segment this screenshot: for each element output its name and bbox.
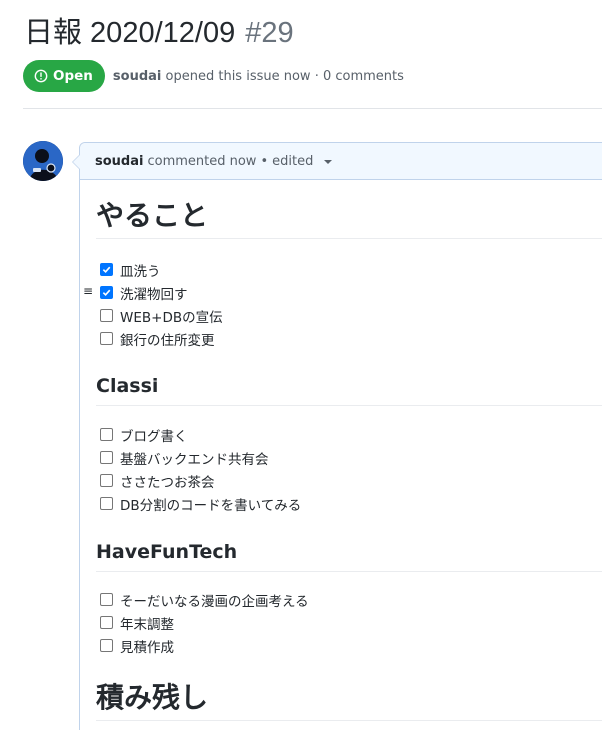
status-label: Open bbox=[53, 68, 93, 84]
task-label: 皿洗う bbox=[120, 263, 161, 280]
task-list-yarukoto: 皿洗う ≡ 洗濯物回す WEB+DBの宣伝 銀行の住所変更 bbox=[83, 258, 223, 350]
task-label: 洗濯物回す bbox=[120, 286, 188, 303]
task-checkbox[interactable] bbox=[100, 309, 113, 322]
task-checkbox[interactable] bbox=[100, 593, 113, 606]
task-checkbox[interactable] bbox=[100, 286, 113, 299]
drag-handle-icon[interactable]: ≡ bbox=[83, 284, 93, 298]
avatar[interactable] bbox=[23, 141, 63, 181]
header-divider bbox=[23, 108, 602, 109]
task-label: 年末調整 bbox=[120, 616, 174, 633]
issue-meta-suffix: opened this issue now · 0 comments bbox=[165, 68, 404, 84]
issue-author-link[interactable]: soudai bbox=[113, 69, 161, 84]
list-item: 皿洗う bbox=[100, 258, 223, 281]
list-item: ≡ 洗濯物回す bbox=[83, 281, 223, 304]
list-item: ささたつお茶会 bbox=[100, 469, 301, 492]
task-label: 基盤バックエンド共有会 bbox=[120, 451, 269, 468]
task-label: 見積作成 bbox=[120, 639, 174, 656]
task-checkbox[interactable] bbox=[100, 263, 113, 276]
comment-separator: • bbox=[260, 153, 269, 169]
check-icon bbox=[102, 266, 111, 274]
chevron-down-icon bbox=[324, 160, 333, 164]
section-heading-classi: Classi bbox=[96, 373, 602, 406]
section-heading-havefuntech: HaveFunTech bbox=[96, 539, 602, 572]
issue-number: #29 bbox=[245, 17, 294, 49]
task-label: 銀行の住所変更 bbox=[120, 332, 215, 349]
task-label: ささたつお茶会 bbox=[120, 474, 215, 491]
comment-header: soudai commented now • edited bbox=[80, 143, 602, 180]
task-checkbox[interactable] bbox=[100, 616, 113, 629]
list-item: DB分割のコードを書いてみる bbox=[100, 492, 301, 515]
issue-opened-icon bbox=[34, 69, 48, 83]
issue-page: 日報 2020/12/09 #29 Open soudai opened thi… bbox=[0, 0, 602, 730]
issue-meta: Open soudai opened this issue now · 0 co… bbox=[23, 60, 404, 92]
list-item: そーだいなる漫画の企画考える bbox=[100, 588, 309, 611]
comment-action: commented now bbox=[147, 153, 257, 169]
list-item: WEB+DBの宣伝 bbox=[100, 304, 223, 327]
task-checkbox[interactable] bbox=[100, 451, 113, 464]
task-label: そーだいなる漫画の企画考える bbox=[120, 593, 309, 610]
task-list-havefuntech: そーだいなる漫画の企画考える 年末調整 見積作成 bbox=[100, 588, 309, 657]
task-checkbox[interactable] bbox=[100, 639, 113, 652]
task-checkbox[interactable] bbox=[100, 428, 113, 441]
issue-title: 日報 2020/12/09 #29 bbox=[24, 14, 294, 52]
task-checkbox[interactable] bbox=[100, 497, 113, 510]
section-heading-tsuminokoshi: 積み残し bbox=[96, 680, 602, 721]
comment-box: soudai commented now • edited やること 皿洗う ≡ bbox=[72, 142, 602, 730]
list-item: 銀行の住所変更 bbox=[100, 327, 223, 350]
edited-dropdown[interactable]: edited bbox=[272, 153, 333, 169]
task-checkbox[interactable] bbox=[100, 332, 113, 345]
status-badge: Open bbox=[23, 60, 105, 92]
issue-title-text: 日報 2020/12/09 bbox=[24, 17, 236, 49]
issue-meta-text: soudai opened this issue now · 0 comment… bbox=[113, 69, 404, 84]
comment-author-link[interactable]: soudai bbox=[95, 154, 143, 169]
list-item: 年末調整 bbox=[100, 611, 309, 634]
section-heading-yarukoto: やること bbox=[96, 198, 602, 239]
task-checkbox[interactable] bbox=[100, 474, 113, 487]
list-item: 基盤バックエンド共有会 bbox=[100, 446, 301, 469]
edited-label: edited bbox=[272, 153, 314, 169]
task-list-classi: ブログ書く 基盤バックエンド共有会 ささたつお茶会 DB分割のコードを書いてみる bbox=[100, 423, 301, 515]
avatar-image-icon bbox=[23, 141, 63, 181]
task-label: ブログ書く bbox=[120, 428, 188, 445]
list-item: 見積作成 bbox=[100, 634, 309, 657]
list-item: ブログ書く bbox=[100, 423, 301, 446]
task-label: DB分割のコードを書いてみる bbox=[120, 497, 302, 514]
task-label: WEB+DBの宣伝 bbox=[120, 309, 223, 326]
check-icon bbox=[102, 289, 111, 297]
